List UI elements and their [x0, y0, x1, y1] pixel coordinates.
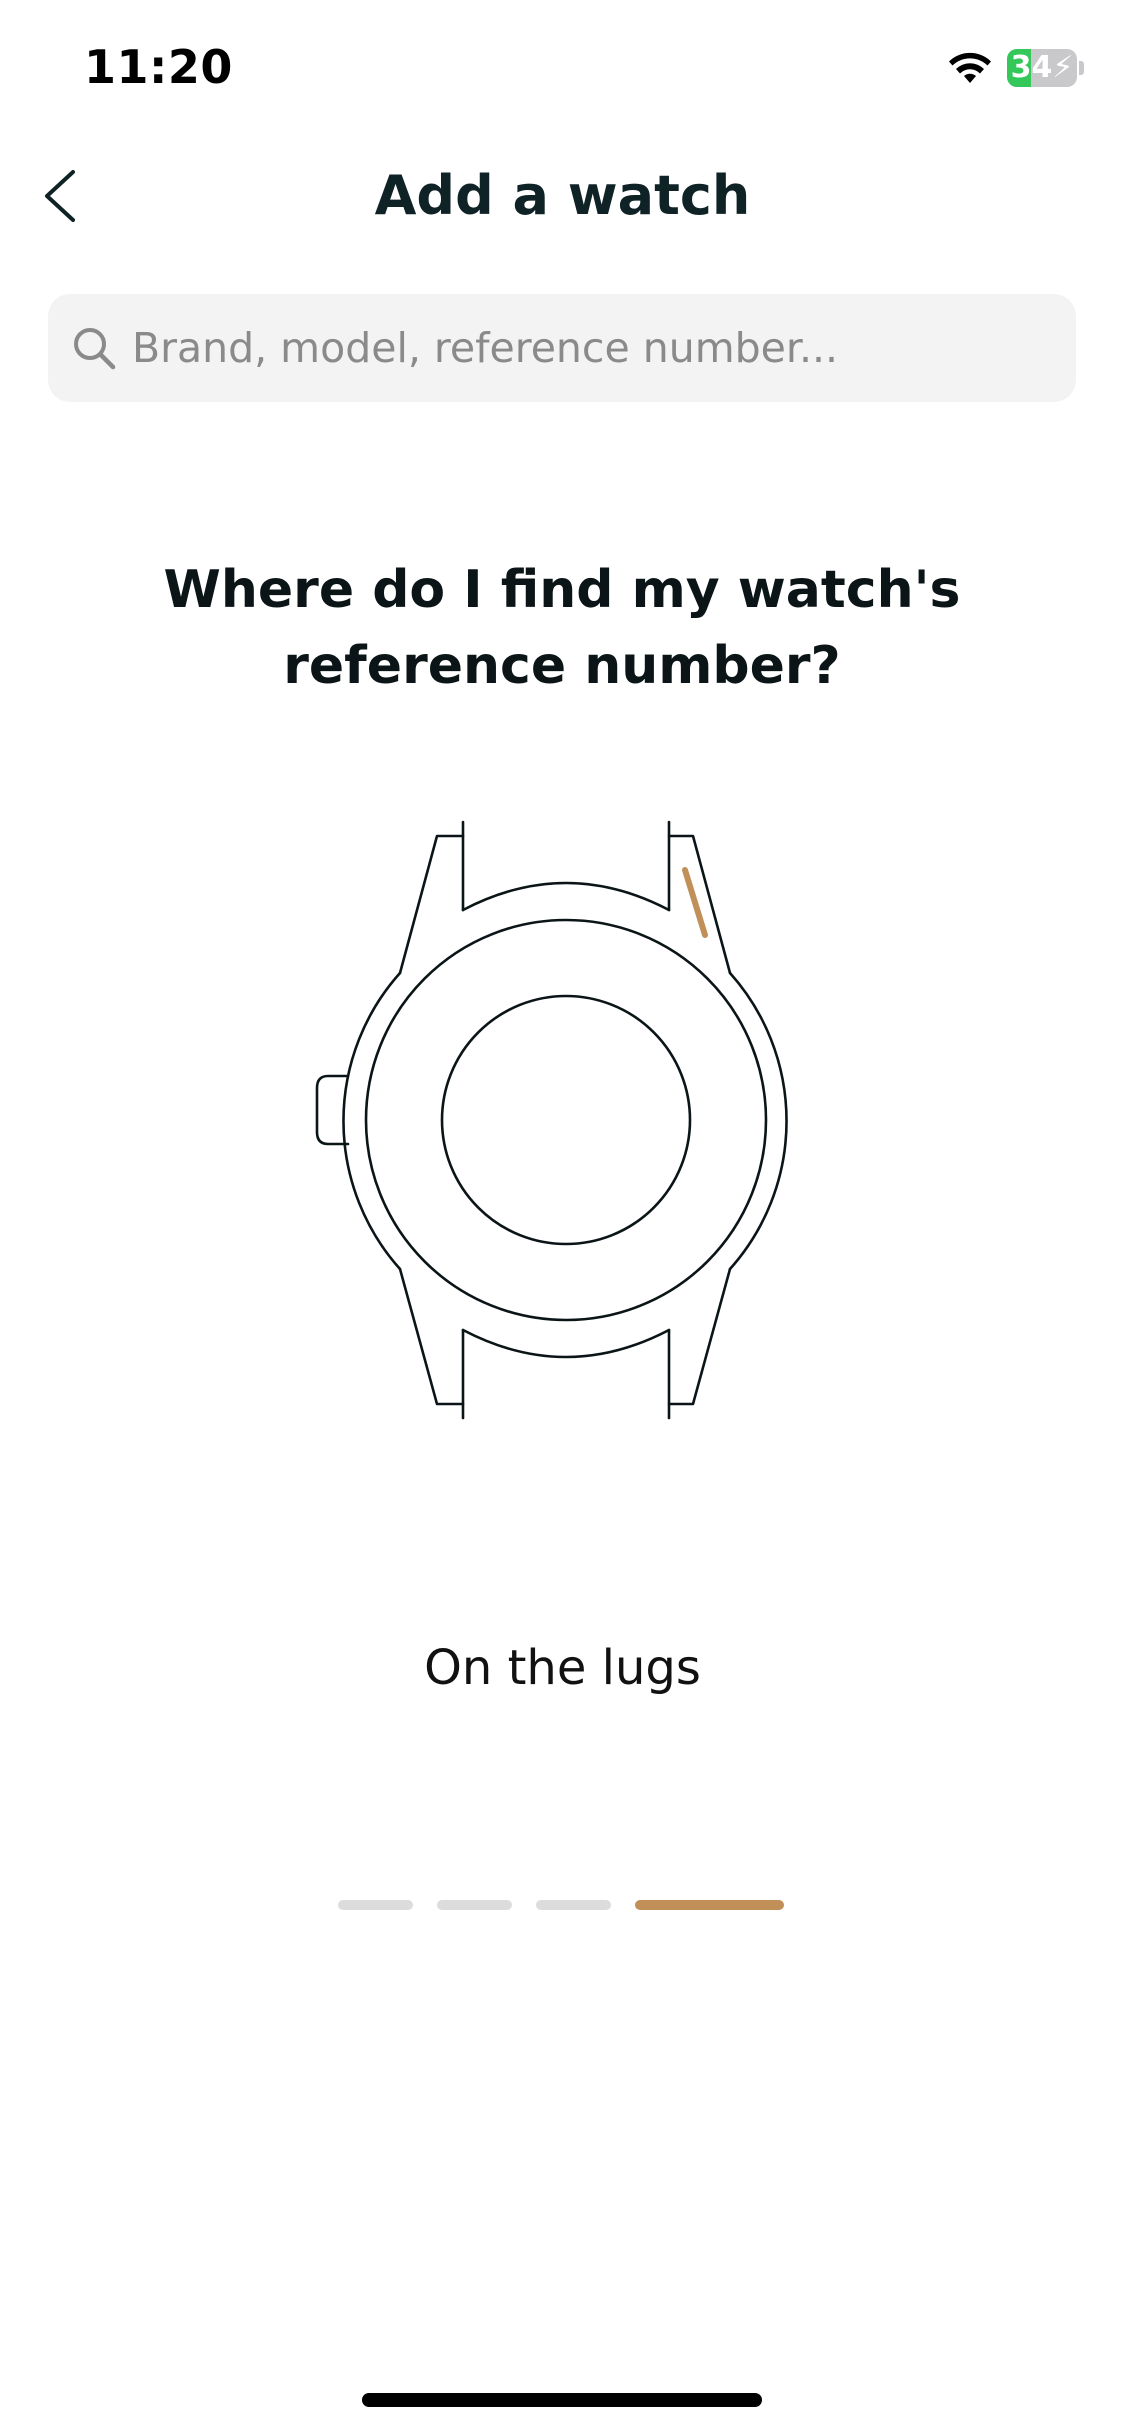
help-heading-line-2: reference number?: [283, 636, 841, 696]
page-title: Add a watch: [374, 164, 751, 227]
page-indicator-3[interactable]: [536, 1900, 611, 1910]
search-box[interactable]: [48, 294, 1076, 402]
page-indicator-1[interactable]: [338, 1900, 413, 1910]
battery-cap: [1079, 61, 1084, 75]
battery-percent: 34⚡: [1010, 50, 1074, 85]
page-indicator-2[interactable]: [437, 1900, 512, 1910]
lug-highlight-mark: [682, 867, 708, 938]
status-time: 11:20: [84, 40, 233, 94]
help-heading: Where do I find my watch's reference num…: [112, 552, 1012, 704]
slide-caption: On the lugs: [424, 1640, 701, 1696]
help-heading-line-1: Where do I find my watch's: [163, 560, 961, 620]
search-icon: [74, 328, 116, 370]
battery-charging-icon: 34⚡: [1007, 49, 1077, 87]
search-input[interactable]: [132, 294, 1052, 402]
watch-outline-icon: [315, 820, 788, 1420]
wifi-icon: [949, 52, 991, 83]
page-indicator-4[interactable]: [635, 1900, 784, 1910]
home-indicator[interactable]: [362, 2393, 762, 2407]
status-bar: 11:20 34⚡: [0, 0, 1125, 140]
